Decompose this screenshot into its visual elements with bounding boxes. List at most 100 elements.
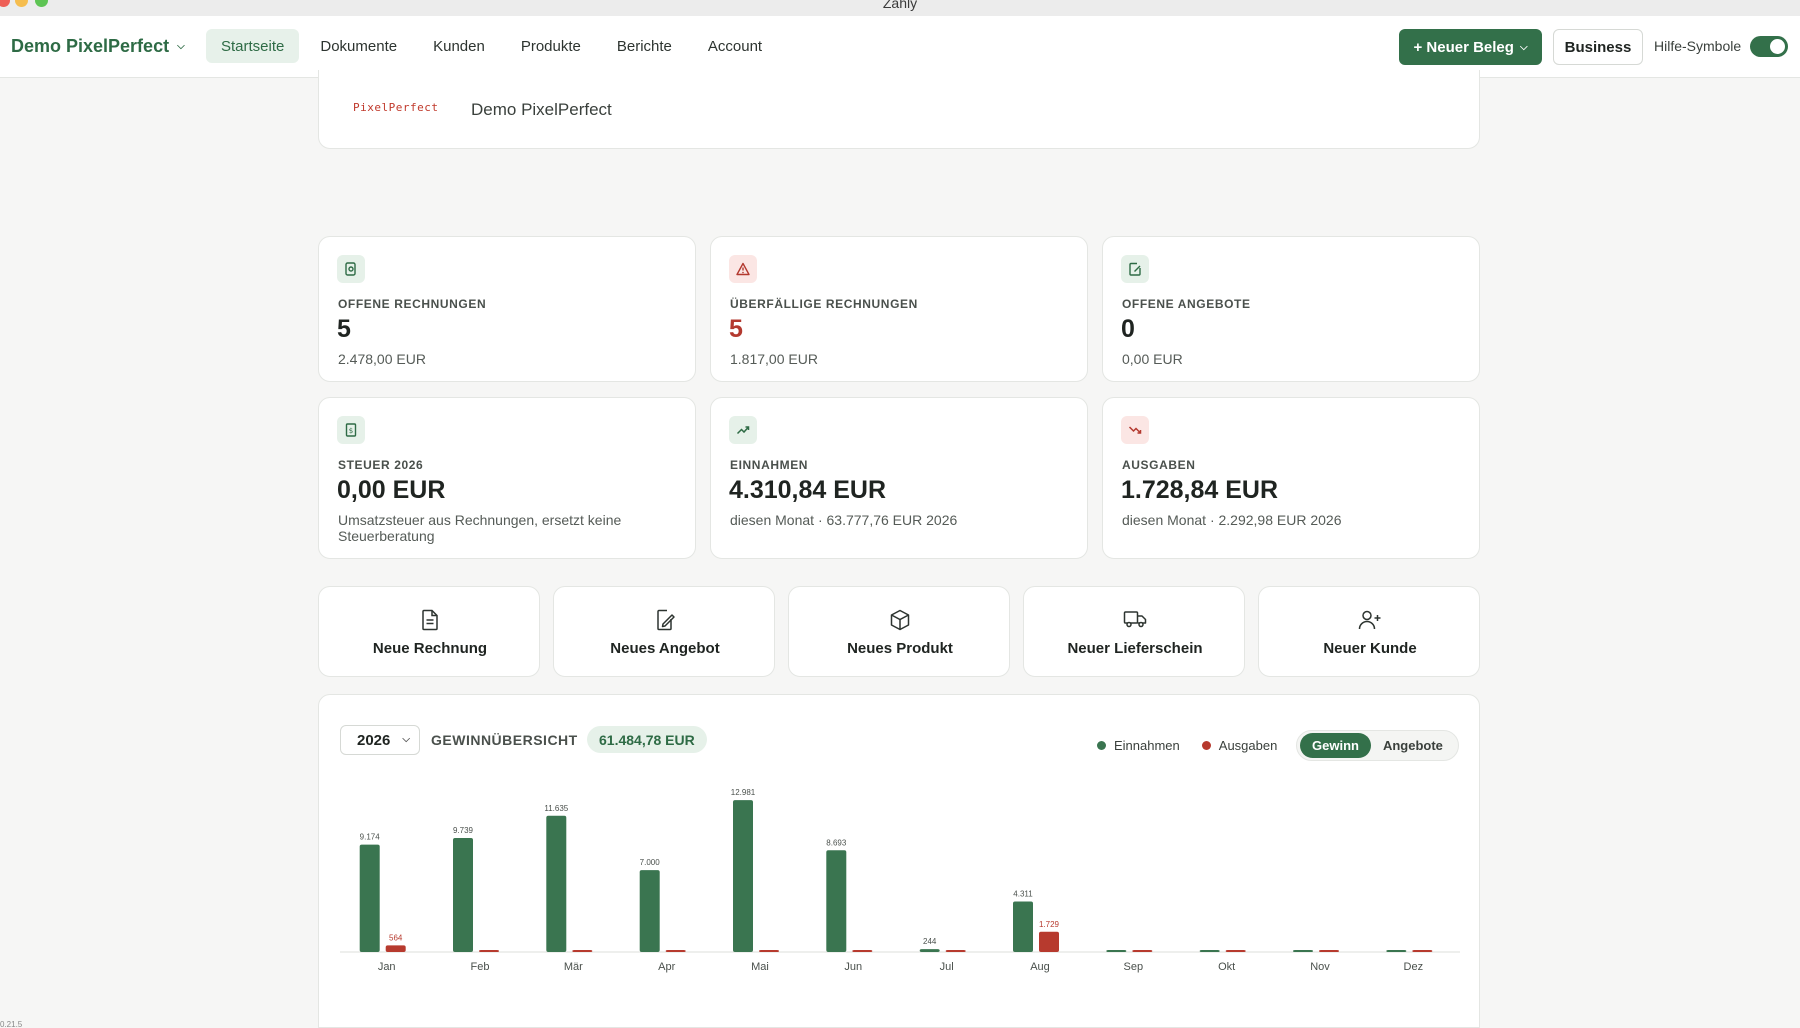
expense-bar-Apr[interactable] (665, 950, 686, 952)
expense-bar-Okt[interactable] (1225, 950, 1246, 952)
expense-bar-Feb[interactable] (479, 950, 499, 952)
new-invoice-button[interactable]: Neue Rechnung (318, 586, 540, 677)
package-icon (789, 609, 1011, 636)
expense-bar-Dez[interactable] (1412, 950, 1433, 952)
expense-bar-Jan[interactable] (385, 945, 406, 952)
stat-subtext: diesen Monat · 2.292,98 EUR 2026 (1122, 512, 1342, 528)
company-card: PixelPerfect Demo PixelPerfect (318, 70, 1480, 149)
nav-berichte[interactable]: Berichte (602, 29, 687, 63)
stat-card-income[interactable]: EINNAHMEN 4.310,84 EUR diesen Monat · 63… (710, 397, 1088, 559)
expense-bar-Jun[interactable] (852, 950, 873, 952)
trend-up-icon (729, 416, 757, 444)
profit-bar-chart: 9.174 564 Jan 9.739 Feb 11.635 Mär 7.000 Apr 12.9… (340, 788, 1460, 973)
company-name: Demo PixelPerfect (471, 100, 612, 119)
quick-action-label: Neuer Lieferschein (1067, 640, 1203, 657)
nav-startseite[interactable]: Startseite (206, 29, 300, 63)
quick-action-label: Neue Rechnung (372, 640, 488, 657)
stat-card-overdue-invoices[interactable]: ÜBERFÄLLIGE RECHNUNGEN 5 1.817,00 EUR (710, 236, 1088, 382)
stat-subtext: Umsatzsteuer aus Rechnungen, ersetzt kei… (338, 512, 622, 544)
income-bar-Nov[interactable] (1293, 950, 1313, 952)
nav-kunden[interactable]: Kunden (418, 29, 500, 63)
nav-produkte[interactable]: Produkte (506, 29, 596, 63)
stat-value: 0 (1121, 315, 1135, 343)
app-version: 0.21.5 (0, 1020, 23, 1028)
income-bar-Jul[interactable] (919, 949, 940, 952)
stat-subtext: diesen Monat · 63.777,76 EUR 2026 (730, 512, 958, 528)
quick-action-label: Neues Produkt (847, 640, 953, 657)
stat-value: 5 (337, 315, 351, 343)
plan-button[interactable]: Business (1553, 29, 1643, 65)
stat-value: 1.728,84 EUR (1121, 476, 1279, 504)
stat-card-tax[interactable]: $ STEUER 2026 0,00 EUR Umsatzsteuer aus … (318, 397, 696, 559)
income-bar-Dez[interactable] (1386, 950, 1407, 952)
company-switcher[interactable]: Demo PixelPerfect ⌵ (11, 36, 185, 57)
new-offer-button[interactable]: Neues Angebot (553, 586, 775, 677)
truck-icon (1024, 609, 1246, 634)
income-bar-Jun[interactable] (826, 850, 847, 952)
income-value-label-Feb: 9.739 (453, 826, 474, 835)
expense-bar-Mai[interactable] (759, 950, 779, 952)
edit-document-icon (1121, 255, 1149, 283)
expense-value-label-Aug: 1.729 (1039, 920, 1060, 929)
brand-name: Demo PixelPerfect (11, 36, 170, 56)
expense-bar-Sep[interactable] (1132, 950, 1153, 952)
month-tick-label-Mai: Mai (751, 961, 769, 973)
month-tick-label-Nov: Nov (1310, 961, 1330, 973)
income-value-label-Mär: 11.635 (544, 804, 568, 813)
income-bar-Mär[interactable] (546, 815, 567, 952)
stat-card-open-offers[interactable]: OFFENE ANGEBOTE 0 0,00 EUR (1102, 236, 1480, 382)
income-bar-Aug[interactable] (1013, 901, 1033, 953)
stat-card-expenses[interactable]: AUSGABEN 1.728,84 EUR diesen Monat · 2.2… (1102, 397, 1480, 559)
month-tick-label-Apr: Apr (658, 961, 675, 973)
month-tick-label-Feb: Feb (471, 961, 490, 973)
window-titlebar: Zahly (0, 0, 1800, 16)
income-bar-Feb[interactable] (453, 838, 473, 952)
expense-bar-Aug[interactable] (1039, 931, 1059, 952)
top-navigation: Demo PixelPerfect ⌵ Startseite Dokumente… (0, 16, 1800, 78)
expense-bar-Nov[interactable] (1319, 950, 1339, 952)
profit-overview-panel: 2026 ⌵ GEWINNÜBERSICHT 61.484,78 EUR Ein… (318, 694, 1480, 1028)
expense-bar-Jul[interactable] (945, 950, 966, 952)
month-tick-label-Jun: Jun (844, 961, 862, 973)
new-product-button[interactable]: Neues Produkt (788, 586, 1010, 677)
nav-account[interactable]: Account (693, 29, 777, 63)
stat-subtext: 1.817,00 EUR (730, 351, 818, 367)
new-customer-button[interactable]: Neuer Kunde (1258, 586, 1480, 677)
quick-action-label: Neues Angebot (610, 640, 720, 657)
chevron-down-icon: ⌵ (1519, 41, 1528, 53)
stat-label: STEUER 2026 (338, 458, 424, 472)
income-bar-Okt[interactable] (1199, 950, 1220, 952)
trend-down-icon (1121, 416, 1149, 444)
warning-triangle-icon (729, 255, 757, 283)
stat-card-open-invoices[interactable]: OFFENE RECHNUNGEN 5 2.478,00 EUR (318, 236, 696, 382)
quick-action-label: Neuer Kunde (1323, 640, 1417, 657)
stat-subtext: 0,00 EUR (1122, 351, 1183, 367)
month-tick-label-Mär: Mär (564, 961, 583, 973)
new-document-button[interactable]: + Neuer Beleg ⌵ (1399, 29, 1542, 65)
company-logo: PixelPerfect (353, 101, 439, 114)
month-tick-label-Jan: Jan (378, 961, 396, 973)
income-value-label-Jun: 8.693 (826, 838, 847, 847)
income-bar-Sep[interactable] (1106, 950, 1127, 952)
expense-bar-Mär[interactable] (572, 950, 593, 952)
help-icons-toggle[interactable] (1750, 36, 1788, 57)
stat-label: EINNAHMEN (730, 458, 809, 472)
window-title: Zahly (882, 0, 918, 11)
stat-label: OFFENE ANGEBOTE (1122, 297, 1251, 311)
help-icons-label: Hilfe-Symbole (1654, 38, 1742, 54)
income-bar-Mai[interactable] (733, 800, 753, 952)
stat-value: 4.310,84 EUR (729, 476, 887, 504)
income-bar-Jan[interactable] (359, 844, 380, 952)
svg-text:$: $ (349, 427, 353, 435)
stat-value: 0,00 EUR (337, 476, 446, 504)
main-menu: Startseite Dokumente Kunden Produkte Ber… (206, 29, 777, 63)
nav-dokumente[interactable]: Dokumente (305, 29, 412, 63)
month-tick-label-Aug: Aug (1030, 961, 1050, 973)
invoice-search-icon (337, 255, 365, 283)
stat-label: OFFENE RECHNUNGEN (338, 297, 487, 311)
stat-subtext: 2.478,00 EUR (338, 351, 426, 367)
new-delivery-note-button[interactable]: Neuer Lieferschein (1023, 586, 1245, 677)
month-tick-label-Dez: Dez (1404, 961, 1424, 973)
income-bar-Apr[interactable] (639, 870, 660, 952)
month-tick-label-Sep: Sep (1124, 961, 1144, 973)
